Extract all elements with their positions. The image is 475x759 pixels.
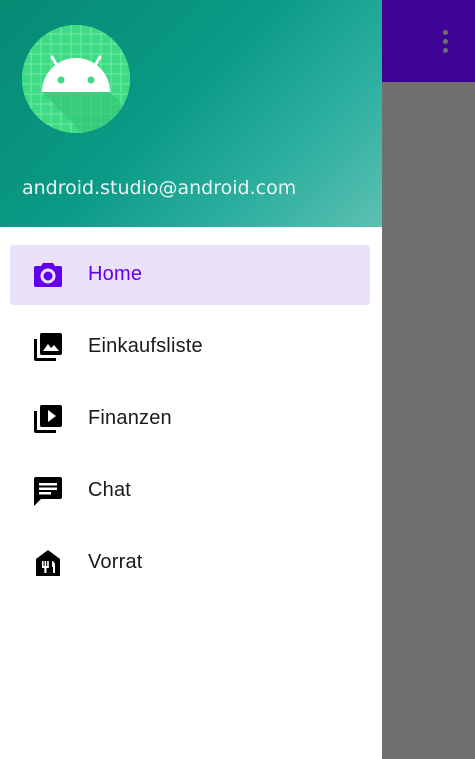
nav-item-chat[interactable]: Chat [10,461,370,521]
drawer-header: android.studio@android.com [0,0,382,227]
nav-item-label: Einkaufsliste [88,335,203,357]
nav-item-label: Chat [88,479,132,501]
chat-icon [32,475,64,507]
photo-library-icon [32,331,64,363]
nav-item-home[interactable]: Home [10,245,370,305]
navigation-drawer: android.studio@android.com Home Einkaufs… [0,0,382,759]
android-logo-icon [22,25,130,133]
video-library-icon [32,403,64,435]
drawer-menu: Home Einkaufsliste Finanzen Chat Vorrat [0,245,382,605]
account-email: android.studio@android.com [22,177,297,199]
nav-item-finanzen[interactable]: Finanzen [10,389,370,449]
nav-item-label: Finanzen [88,407,172,429]
camera-icon [32,259,64,291]
more-vert-icon[interactable] [427,21,463,61]
pantry-icon [32,547,64,579]
nav-item-einkaufsliste[interactable]: Einkaufsliste [10,317,370,377]
nav-item-label: Vorrat [88,551,143,573]
nav-item-vorrat[interactable]: Vorrat [10,533,370,593]
nav-item-label: Home [88,263,143,285]
